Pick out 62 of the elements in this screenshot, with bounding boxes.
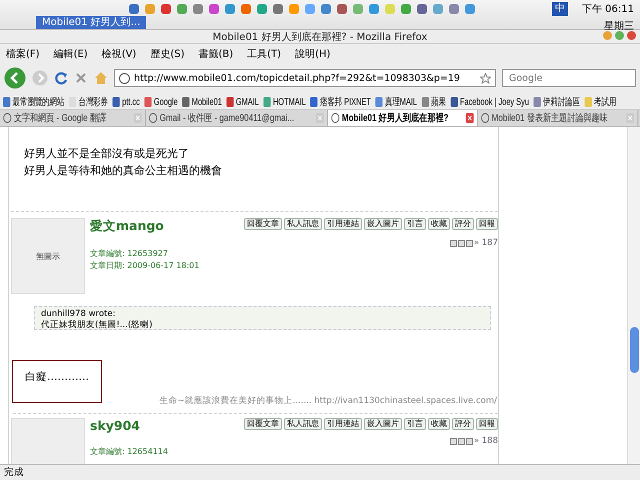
browser-tab[interactable]: Mobile01 發表新主題討論與趣味 (478, 110, 638, 126)
action-button[interactable]: 收藏 (428, 218, 450, 230)
status-text: 完成 (4, 467, 24, 478)
quote-author: dunhill978 wrote: (41, 309, 116, 320)
browser-tab[interactable]: 文字和網頁 - Google 翻譯 (0, 110, 146, 126)
clock-weekday: 星期三 (604, 20, 634, 33)
action-button[interactable]: 引用連結 (324, 218, 362, 230)
bookmark-item[interactable]: 蘋果 (422, 95, 446, 109)
floor-number: » 187 (474, 238, 498, 248)
floor-number: » 188 (474, 436, 498, 446)
action-button[interactable]: 私人訊息 (284, 218, 322, 230)
menu-item[interactable]: 說明(H) (295, 47, 330, 60)
action-button[interactable]: 私人訊息 (284, 418, 322, 430)
post-text: 好男人並不是全部沒有或是死光了 (23, 146, 190, 162)
signature-text: 生命~就應該浪費在美好的事物上....... http://ivan1130chinasteel.spaces.live.com/ (160, 395, 498, 407)
bookmark-item[interactable]: GMAIL (226, 96, 259, 108)
action-button[interactable]: 回覆文章 (244, 418, 282, 430)
bookmark-item[interactable]: Mobile01 (182, 96, 222, 108)
address-bar[interactable]: http://www.mobile01.com/topicdetail.php?f=292&t=1098303&p=19 (114, 69, 496, 87)
bookmark-item[interactable]: 真理MAIL (375, 95, 418, 109)
post-text: 好男人是等待和她的真命公主相遇的機會 (23, 163, 223, 179)
action-button[interactable]: 回覆文章 (244, 218, 282, 230)
action-button[interactable]: 回報 (476, 218, 498, 230)
post-number: 文章編號: 12654114 (90, 446, 169, 458)
author-name[interactable]: 愛文mango (90, 218, 164, 235)
bookmark-item[interactable]: Google (144, 96, 178, 108)
bookmark-item[interactable]: 考試用 (584, 95, 616, 109)
bookmark-item[interactable]: 台灣彩券 (68, 95, 108, 109)
browser-tab[interactable]: Mobile01 好男人到底在那裡? (328, 110, 478, 126)
menu-item[interactable]: 檔案(F) (6, 47, 40, 60)
bookmark-item[interactable]: 痞客邦 PIXNET (310, 95, 371, 109)
reply-text: 白癡………… (12, 360, 102, 403)
bookmark-item[interactable]: 伊莉討論區 (533, 95, 580, 109)
action-button[interactable]: 引言 (404, 218, 426, 230)
taskbar-button[interactable]: Mobile01 好男人到... (36, 16, 146, 29)
action-button[interactable]: 引言 (404, 418, 426, 430)
avatar-caption: 無圖示 (36, 250, 60, 262)
quote-text: 代正妹我朋友(無圖!...(怒喇) (41, 320, 154, 331)
menu-item[interactable]: 書籤(B) (198, 47, 234, 60)
action-button[interactable]: 嵌入圖片 (364, 418, 402, 430)
search-field[interactable]: Google (502, 69, 636, 87)
action-button[interactable]: 評分 (452, 218, 474, 230)
bookmark-item[interactable]: HOTMAIL (263, 96, 306, 108)
bookmark-item[interactable]: Facebook | Joey Syu (450, 96, 529, 108)
action-button[interactable]: 回報 (476, 418, 498, 430)
menu-item[interactable]: 編輯(E) (54, 47, 88, 60)
menu-item[interactable]: 歷史(S) (150, 47, 184, 60)
action-button[interactable]: 嵌入圖片 (364, 218, 402, 230)
action-button[interactable]: 收藏 (428, 418, 450, 430)
menu-item[interactable]: 檢視(V) (102, 47, 136, 60)
bookmark-item[interactable]: 最常瀏覽的網站 (2, 95, 64, 109)
menu-item[interactable]: 工具(T) (247, 47, 282, 60)
post-date: 文章日期: 2009-06-17 18:01 (90, 260, 200, 272)
window-title: Mobile01 好男人到底在那裡? - Mozilla Firefox (212, 30, 428, 44)
browser-tab[interactable]: Gmail - 收件匣 - game90411@gmai... (146, 110, 328, 126)
input-method-indicator[interactable]: 中 (552, 2, 568, 16)
action-button[interactable]: 引用連結 (324, 418, 362, 430)
post-number: 文章編號: 12653927 (90, 248, 169, 260)
clock-time[interactable]: 下午 06:11 (582, 2, 634, 16)
action-button[interactable]: 評分 (452, 418, 474, 430)
bookmark-item[interactable]: ptt.cc (112, 96, 140, 108)
author-name[interactable]: sky904 (90, 418, 140, 433)
